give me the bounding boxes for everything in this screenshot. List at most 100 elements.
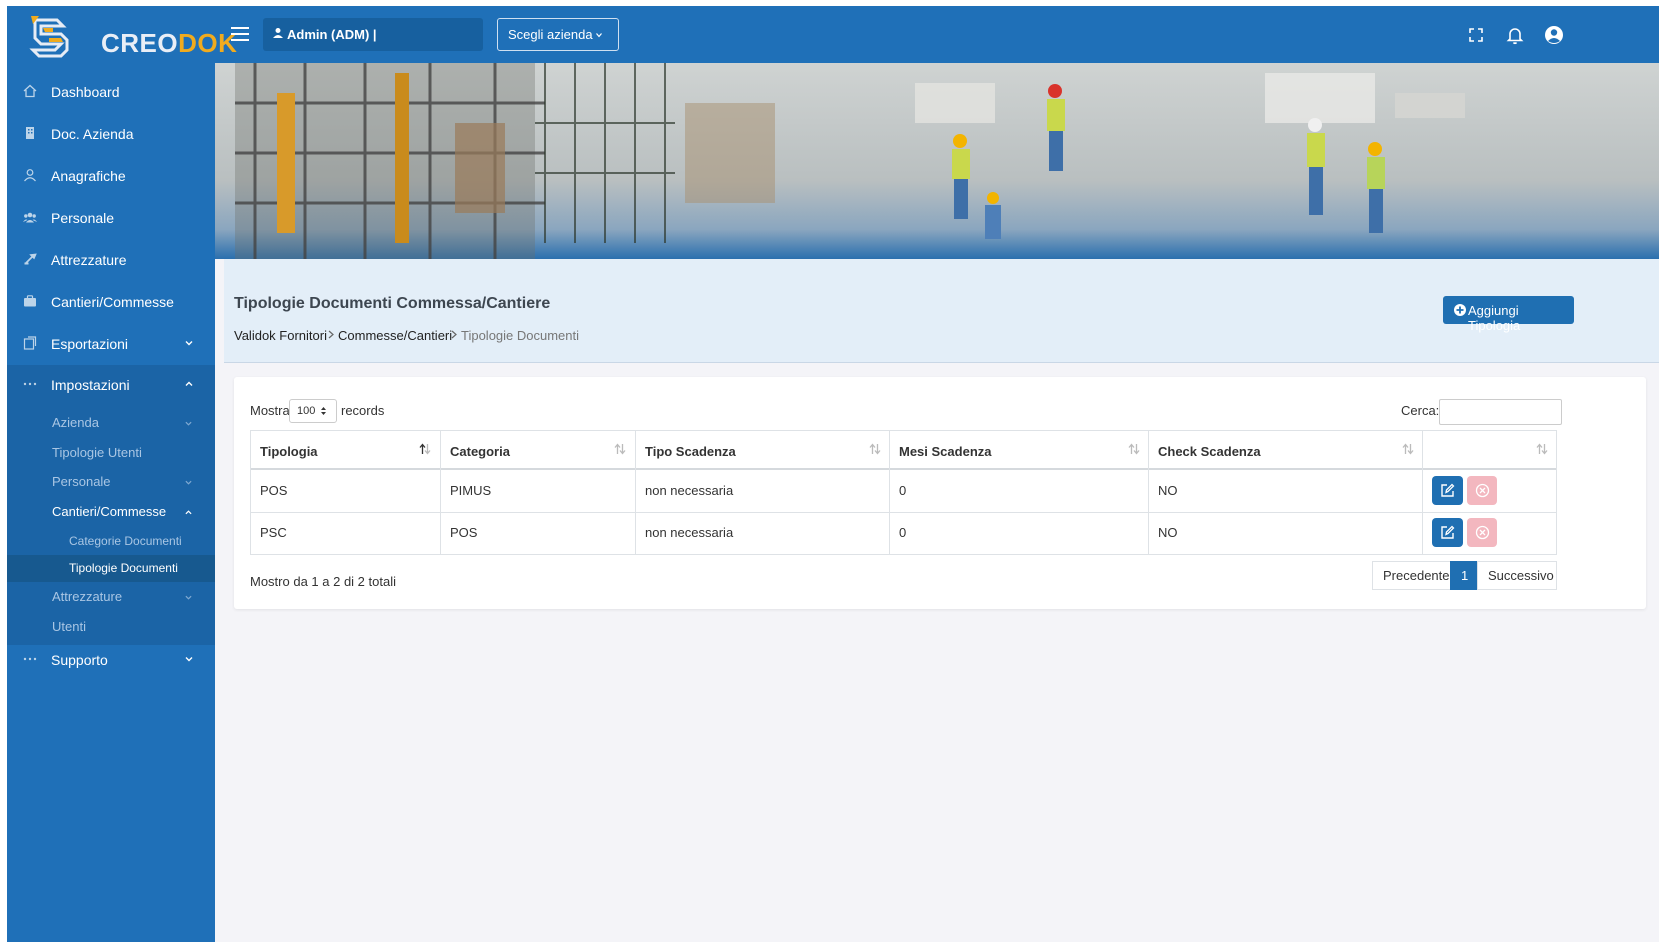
bell-icon[interactable] xyxy=(1504,24,1526,46)
sidebar-item-label: Personale xyxy=(51,210,115,226)
sidebar-sub-label: Azienda xyxy=(52,415,99,430)
sidebar-item-attrezzature[interactable]: Attrezzature xyxy=(7,240,215,280)
close-circle-icon xyxy=(1475,483,1490,498)
sidebar-item-esportazioni[interactable]: Esportazioni xyxy=(7,324,215,364)
column-header-mesi-scadenza[interactable]: Mesi Scadenza xyxy=(899,444,992,459)
sidebar-sub-tipologie-utenti[interactable]: Tipologie Utenti xyxy=(7,439,215,467)
page-title: Tipologie Documenti Commessa/Cantiere xyxy=(234,295,551,312)
cell-tipologia: PSC xyxy=(260,525,287,540)
pagination-page-label: 1 xyxy=(1461,568,1469,583)
search-input[interactable] xyxy=(1439,399,1562,425)
column-header-tipo-scadenza[interactable]: Tipo Scadenza xyxy=(645,444,736,459)
breadcrumb-item-commesse[interactable]: Commesse/Cantieri xyxy=(338,328,452,343)
chevron-down-icon xyxy=(185,480,192,485)
sidebar-item-impostazioni[interactable]: Impostazioni xyxy=(7,365,215,405)
sidebar-sub-cantieri-commesse[interactable]: Cantieri/Commesse xyxy=(7,498,215,526)
app-window: CREODOK Admin (ADM) | Scegli azienda Das… xyxy=(7,6,1659,942)
sidebar-item-cantieri-commesse[interactable]: Cantieri/Commesse xyxy=(7,282,215,322)
header-banner-image xyxy=(215,63,1659,259)
sidebar-item-dashboard[interactable]: Dashboard xyxy=(7,72,215,112)
delete-button[interactable] xyxy=(1467,518,1497,547)
chevron-up-icon xyxy=(185,381,193,386)
sidebar: Dashboard Doc. Azienda Anagrafiche Perso… xyxy=(7,67,215,942)
briefcase-icon xyxy=(24,295,36,307)
sidebar-sub-tipologie-documenti[interactable]: Tipologie Documenti xyxy=(7,555,215,582)
sidebar-sub-azienda[interactable]: Azienda xyxy=(7,409,215,437)
sidebar-item-label: Impostazioni xyxy=(51,377,130,393)
pagination-page-1[interactable]: 1 xyxy=(1450,561,1479,590)
sort-asc-icon[interactable] xyxy=(419,443,431,455)
sidebar-sub-categorie-documenti[interactable]: Categorie Documenti xyxy=(7,528,215,555)
sidebar-sub-label: Cantieri/Commesse xyxy=(52,504,167,519)
close-circle-icon xyxy=(1475,525,1490,540)
sidebar-sub-attrezzature[interactable]: Attrezzature xyxy=(7,583,215,611)
sidebar-sub-label: Tipologie Documenti xyxy=(69,561,178,575)
plus-circle-icon xyxy=(1454,304,1466,316)
sidebar-sub-utenti[interactable]: Utenti xyxy=(7,613,215,641)
export-icon xyxy=(23,336,37,350)
cell-mesi-scadenza: 0 xyxy=(899,483,907,498)
user-label: Admin (ADM) | xyxy=(287,27,377,42)
column-header-categoria[interactable]: Categoria xyxy=(450,444,510,459)
delete-button[interactable] xyxy=(1467,476,1497,505)
sidebar-item-label: Attrezzature xyxy=(51,252,127,268)
records-label: records xyxy=(341,403,385,418)
pagination-next-button[interactable]: Successivo xyxy=(1477,561,1557,590)
sidebar-sub-label: Utenti xyxy=(52,619,86,634)
sidebar-sub-label: Categorie Documenti xyxy=(69,534,182,548)
sidebar-item-personale[interactable]: Personale xyxy=(7,198,215,238)
cell-categoria: PIMUS xyxy=(450,483,492,498)
edit-button[interactable] xyxy=(1432,476,1463,505)
sidebar-item-label: Dashboard xyxy=(51,84,120,100)
home-icon xyxy=(23,84,37,98)
user-icon xyxy=(273,28,283,38)
chevron-up-icon xyxy=(185,510,192,515)
sort-icon[interactable] xyxy=(869,443,881,455)
person-icon xyxy=(24,169,36,182)
sort-icon[interactable] xyxy=(1128,443,1140,455)
chevron-down-icon xyxy=(185,341,193,346)
sidebar-item-doc-azienda[interactable]: Doc. Azienda xyxy=(7,114,215,154)
sidebar-item-label: Supporto xyxy=(51,652,108,668)
select-arrows-icon xyxy=(321,407,326,415)
choose-company-button[interactable]: Scegli azienda xyxy=(497,18,619,51)
column-header-tipologia[interactable]: Tipologia xyxy=(260,444,318,459)
edit-button[interactable] xyxy=(1432,518,1463,547)
sort-icon[interactable] xyxy=(614,443,626,455)
building-icon xyxy=(26,127,34,139)
sort-icon[interactable] xyxy=(1402,443,1414,455)
table-info: Mostro da 1 a 2 di 2 totali xyxy=(250,574,396,589)
search-label: Cerca: xyxy=(1401,403,1440,418)
column-header-check-scadenza[interactable]: Check Scadenza xyxy=(1158,444,1261,459)
page-size-value: 100 xyxy=(297,405,316,417)
sort-icon[interactable] xyxy=(1536,443,1548,455)
cell-tipo-scadenza: non necessaria xyxy=(645,483,734,498)
sidebar-sub-label: Attrezzature xyxy=(52,589,123,604)
sidebar-sub-label: Tipologie Utenti xyxy=(52,445,142,460)
fullscreen-icon[interactable] xyxy=(1465,24,1487,46)
user-indicator[interactable]: Admin (ADM) | xyxy=(263,18,483,51)
breadcrumb-item-home[interactable]: Validok Fornitori xyxy=(234,328,327,343)
account-icon[interactable] xyxy=(1543,24,1565,46)
dots-icon xyxy=(23,382,37,386)
cell-mesi-scadenza: 0 xyxy=(899,525,907,540)
page-header: Tipologie Documenti Commessa/Cantiere Va… xyxy=(224,259,1659,363)
add-tipologia-button[interactable]: Aggiungi Tipologia xyxy=(1443,296,1574,333)
sidebar-item-anagrafiche[interactable]: Anagrafiche xyxy=(7,156,215,196)
sidebar-sub-personale[interactable]: Personale xyxy=(7,468,215,496)
settings-submenu: Impostazioni Azienda Tipologie Utenti Pe… xyxy=(7,365,215,645)
sidebar-item-supporto[interactable]: Supporto xyxy=(7,640,215,680)
sidebar-item-label: Doc. Azienda xyxy=(51,126,134,142)
sidebar-sub-label: Personale xyxy=(52,474,111,489)
logo-mark-icon xyxy=(29,16,69,58)
dots-icon xyxy=(23,657,37,661)
edit-icon xyxy=(1441,483,1455,497)
page-size-select[interactable]: 100 xyxy=(289,399,337,423)
top-navbar: CREODOK Admin (ADM) | Scegli azienda xyxy=(7,6,1659,67)
menu-icon[interactable] xyxy=(231,27,249,43)
chevron-right-icon xyxy=(328,330,334,339)
pagination-prev-label: Precedente xyxy=(1383,568,1450,583)
sidebar-item-label: Esportazioni xyxy=(51,336,129,352)
pagination-prev-button[interactable]: Precedente xyxy=(1372,561,1452,590)
logo[interactable]: CREODOK xyxy=(27,14,237,60)
